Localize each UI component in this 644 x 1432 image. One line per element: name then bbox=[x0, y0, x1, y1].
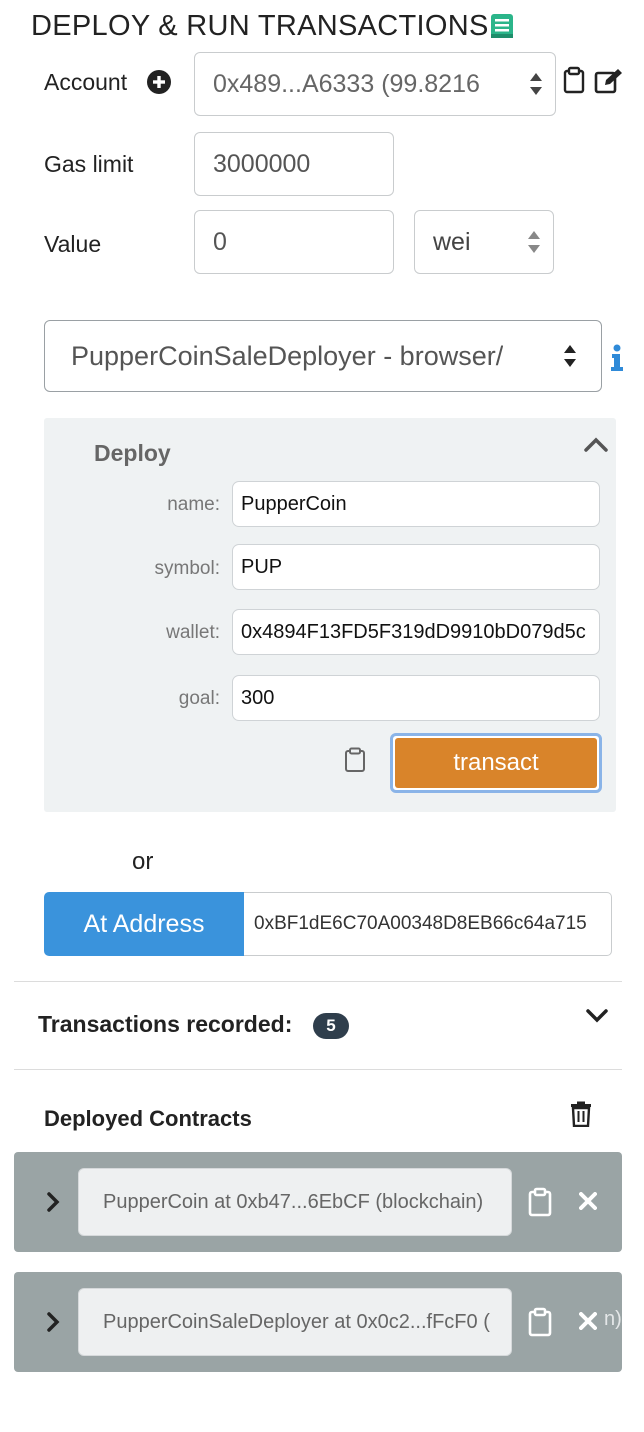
close-icon[interactable] bbox=[579, 1192, 597, 1210]
clipboard-icon[interactable] bbox=[563, 66, 585, 94]
chevron-up-icon[interactable] bbox=[584, 436, 608, 452]
param-value: PUP bbox=[241, 555, 283, 578]
at-address-input[interactable]: 0xBF1dE6C70A00348D8EB66c64a715 bbox=[244, 892, 612, 956]
deploy-title: Deploy bbox=[94, 440, 171, 466]
at-address-button[interactable]: At Address bbox=[44, 892, 244, 956]
info-icon[interactable] bbox=[610, 344, 624, 372]
gas-limit-label: Gas limit bbox=[44, 151, 134, 177]
value-label: Value bbox=[44, 231, 102, 257]
chevron-right-icon[interactable] bbox=[46, 1312, 60, 1332]
trash-icon[interactable] bbox=[570, 1101, 592, 1128]
param-input-name[interactable]: PupperCoin bbox=[232, 481, 600, 527]
contract-select[interactable]: PupperCoinSaleDeployer - browser/ bbox=[44, 320, 602, 392]
param-label-goal: goal: bbox=[178, 688, 220, 709]
contract-name[interactable]: PupperCoinSaleDeployer at 0x0c2...fFcF0 … bbox=[78, 1288, 512, 1356]
contract-name[interactable]: PupperCoin at 0xb47...6EbCF (blockchain) bbox=[78, 1168, 512, 1236]
clipboard-icon[interactable] bbox=[344, 747, 366, 773]
transact-button[interactable]: transact bbox=[390, 733, 602, 793]
select-arrows-icon bbox=[530, 73, 542, 95]
value-input[interactable]: 0 bbox=[194, 210, 394, 274]
param-value: PupperCoin bbox=[241, 492, 347, 515]
param-label-wallet: wallet: bbox=[166, 622, 220, 643]
panel-title: DEPLOY & RUN TRANSACTIONS bbox=[31, 10, 489, 42]
transact-label: transact bbox=[395, 738, 597, 788]
param-value: 0x4894F13FD5F319dD9910bD079d5c bbox=[241, 620, 586, 643]
clipboard-icon[interactable] bbox=[528, 1307, 552, 1337]
account-select[interactable]: 0x489...A6333 (99.8216 bbox=[194, 52, 556, 116]
plus-circle-icon[interactable] bbox=[146, 69, 172, 95]
deployed-contract-item: PupperCoin at 0xb47...6EbCF (blockchain) bbox=[14, 1152, 622, 1252]
param-input-wallet[interactable]: 0x4894F13FD5F319dD9910bD079d5c bbox=[232, 609, 600, 655]
chevron-down-icon[interactable] bbox=[586, 1008, 608, 1024]
transactions-count-badge: 5 bbox=[313, 1013, 349, 1039]
divider bbox=[14, 1069, 622, 1070]
clipboard-icon[interactable] bbox=[528, 1187, 552, 1217]
account-label: Account bbox=[44, 69, 128, 95]
contract-name-text: PupperCoinSaleDeployer at 0x0c2...fFcF0 … bbox=[103, 1310, 490, 1333]
value-amount: 0 bbox=[213, 227, 227, 256]
deployed-contracts-title: Deployed Contracts bbox=[44, 1106, 252, 1131]
account-value: 0x489...A6333 (99.8216 bbox=[213, 69, 480, 98]
at-address-label: At Address bbox=[83, 909, 205, 938]
gas-limit-value: 3000000 bbox=[213, 149, 311, 178]
select-arrows-icon bbox=[528, 231, 540, 253]
close-icon[interactable] bbox=[579, 1312, 597, 1330]
book-icon[interactable] bbox=[490, 13, 514, 39]
divider bbox=[14, 981, 622, 982]
select-arrows-icon bbox=[564, 345, 576, 367]
overflow-text: n) bbox=[604, 1308, 622, 1330]
param-input-goal[interactable]: 300 bbox=[232, 675, 600, 721]
param-label-name: name: bbox=[167, 494, 220, 515]
contract-name-text: PupperCoin at 0xb47...6EbCF (blockchain) bbox=[103, 1190, 484, 1213]
unit-value: wei bbox=[433, 227, 471, 256]
or-label: or bbox=[132, 848, 154, 875]
param-label-symbol: symbol: bbox=[154, 558, 220, 579]
edit-icon[interactable] bbox=[594, 68, 624, 94]
chevron-right-icon[interactable] bbox=[46, 1192, 60, 1212]
param-input-symbol[interactable]: PUP bbox=[232, 544, 600, 590]
at-address-value: 0xBF1dE6C70A00348D8EB66c64a715 bbox=[254, 913, 587, 934]
contract-select-value: PupperCoinSaleDeployer - browser/ bbox=[71, 340, 504, 371]
unit-select[interactable]: wei bbox=[414, 210, 554, 274]
param-value: 300 bbox=[241, 686, 275, 709]
deployed-contract-item: PupperCoinSaleDeployer at 0x0c2...fFcF0 … bbox=[14, 1272, 622, 1372]
gas-limit-input[interactable]: 3000000 bbox=[194, 132, 394, 196]
transactions-recorded-label[interactable]: Transactions recorded: bbox=[38, 1011, 292, 1038]
